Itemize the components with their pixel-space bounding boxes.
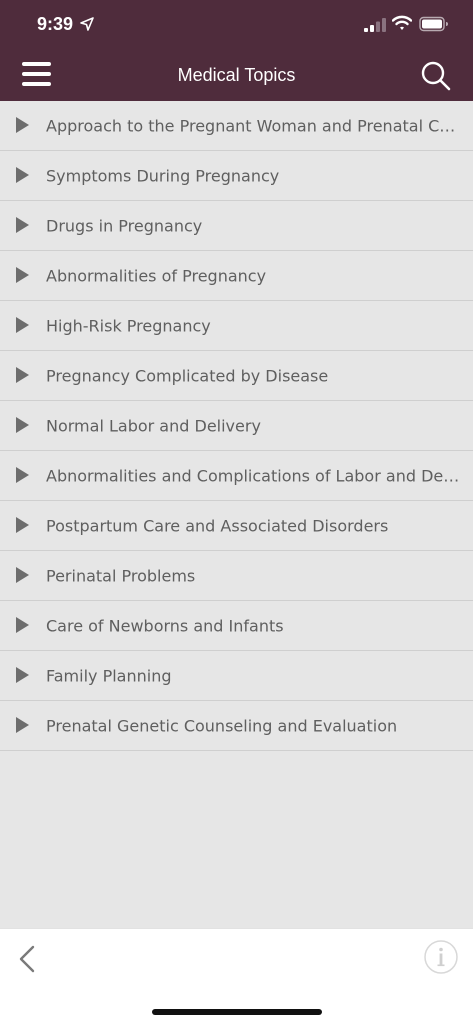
battery-icon (419, 16, 448, 32)
navigation-bar: Medical Topics (0, 48, 473, 101)
wifi-icon (392, 15, 412, 30)
topic-row[interactable]: Postpartum Care and Associated Disorders (0, 501, 473, 551)
triangle-right-icon (16, 566, 29, 583)
chevron-left-icon[interactable] (14, 943, 40, 975)
topic-label: Family Planning (46, 666, 172, 685)
location-arrow-icon (80, 17, 94, 31)
bottom-toolbar (0, 928, 473, 1025)
triangle-right-icon (16, 166, 29, 183)
topic-row[interactable]: Family Planning (0, 651, 473, 701)
triangle-right-icon (16, 216, 29, 233)
topic-row[interactable]: Prenatal Genetic Counseling and Evaluati… (0, 701, 473, 751)
triangle-right-icon (16, 366, 29, 383)
triangle-right-icon (16, 666, 29, 683)
topic-label: Normal Labor and Delivery (46, 416, 261, 435)
topic-label: Pregnancy Complicated by Disease (46, 366, 329, 385)
topic-label: Abnormalities of Pregnancy (46, 266, 267, 285)
topic-row[interactable]: Pregnancy Complicated by Disease (0, 351, 473, 401)
topic-label: Drugs in Pregnancy (46, 216, 203, 235)
status-bar: 9:39 (0, 0, 473, 48)
topic-row[interactable]: Normal Labor and Delivery (0, 401, 473, 451)
triangle-right-icon (16, 416, 29, 433)
topic-label: Approach to the Pregnant Woman and Prena… (46, 116, 461, 135)
topic-label: High-Risk Pregnancy (46, 316, 211, 335)
topic-label: Perinatal Problems (46, 566, 196, 585)
triangle-right-icon (16, 316, 29, 333)
topic-label: Abnormalities and Complications of Labor… (46, 466, 461, 485)
topic-row[interactable]: Abnormalities and Complications of Labor… (0, 451, 473, 501)
home-indicator (152, 1009, 322, 1015)
topic-label: Postpartum Care and Associated Disorders (46, 516, 389, 535)
status-time: 9:39 (37, 14, 74, 34)
topic-row[interactable]: Approach to the Pregnant Woman and Prena… (0, 101, 473, 151)
topic-row[interactable]: Symptoms During Pregnancy (0, 151, 473, 201)
triangle-right-icon (16, 116, 29, 133)
topic-row[interactable]: Perinatal Problems (0, 551, 473, 601)
topic-row[interactable]: Drugs in Pregnancy (0, 201, 473, 251)
triangle-right-icon (16, 516, 29, 533)
triangle-right-icon (16, 616, 29, 633)
triangle-right-icon (16, 266, 29, 283)
triangle-right-icon (16, 466, 29, 483)
topic-row[interactable]: Abnormalities of Pregnancy (0, 251, 473, 301)
topic-label: Care of Newborns and Infants (46, 616, 284, 635)
triangle-right-icon (16, 716, 29, 733)
topic-row[interactable]: High-Risk Pregnancy (0, 301, 473, 351)
cellular-signal-icon (364, 18, 386, 32)
page-title: Medical Topics (177, 65, 296, 85)
topic-row[interactable]: Care of Newborns and Infants (0, 601, 473, 651)
topic-label: Symptoms During Pregnancy (46, 166, 280, 185)
info-icon[interactable] (424, 940, 458, 974)
search-icon[interactable] (420, 60, 452, 92)
topic-label: Prenatal Genetic Counseling and Evaluati… (46, 716, 398, 735)
topic-list: Approach to the Pregnant Woman and Prena… (0, 101, 473, 751)
